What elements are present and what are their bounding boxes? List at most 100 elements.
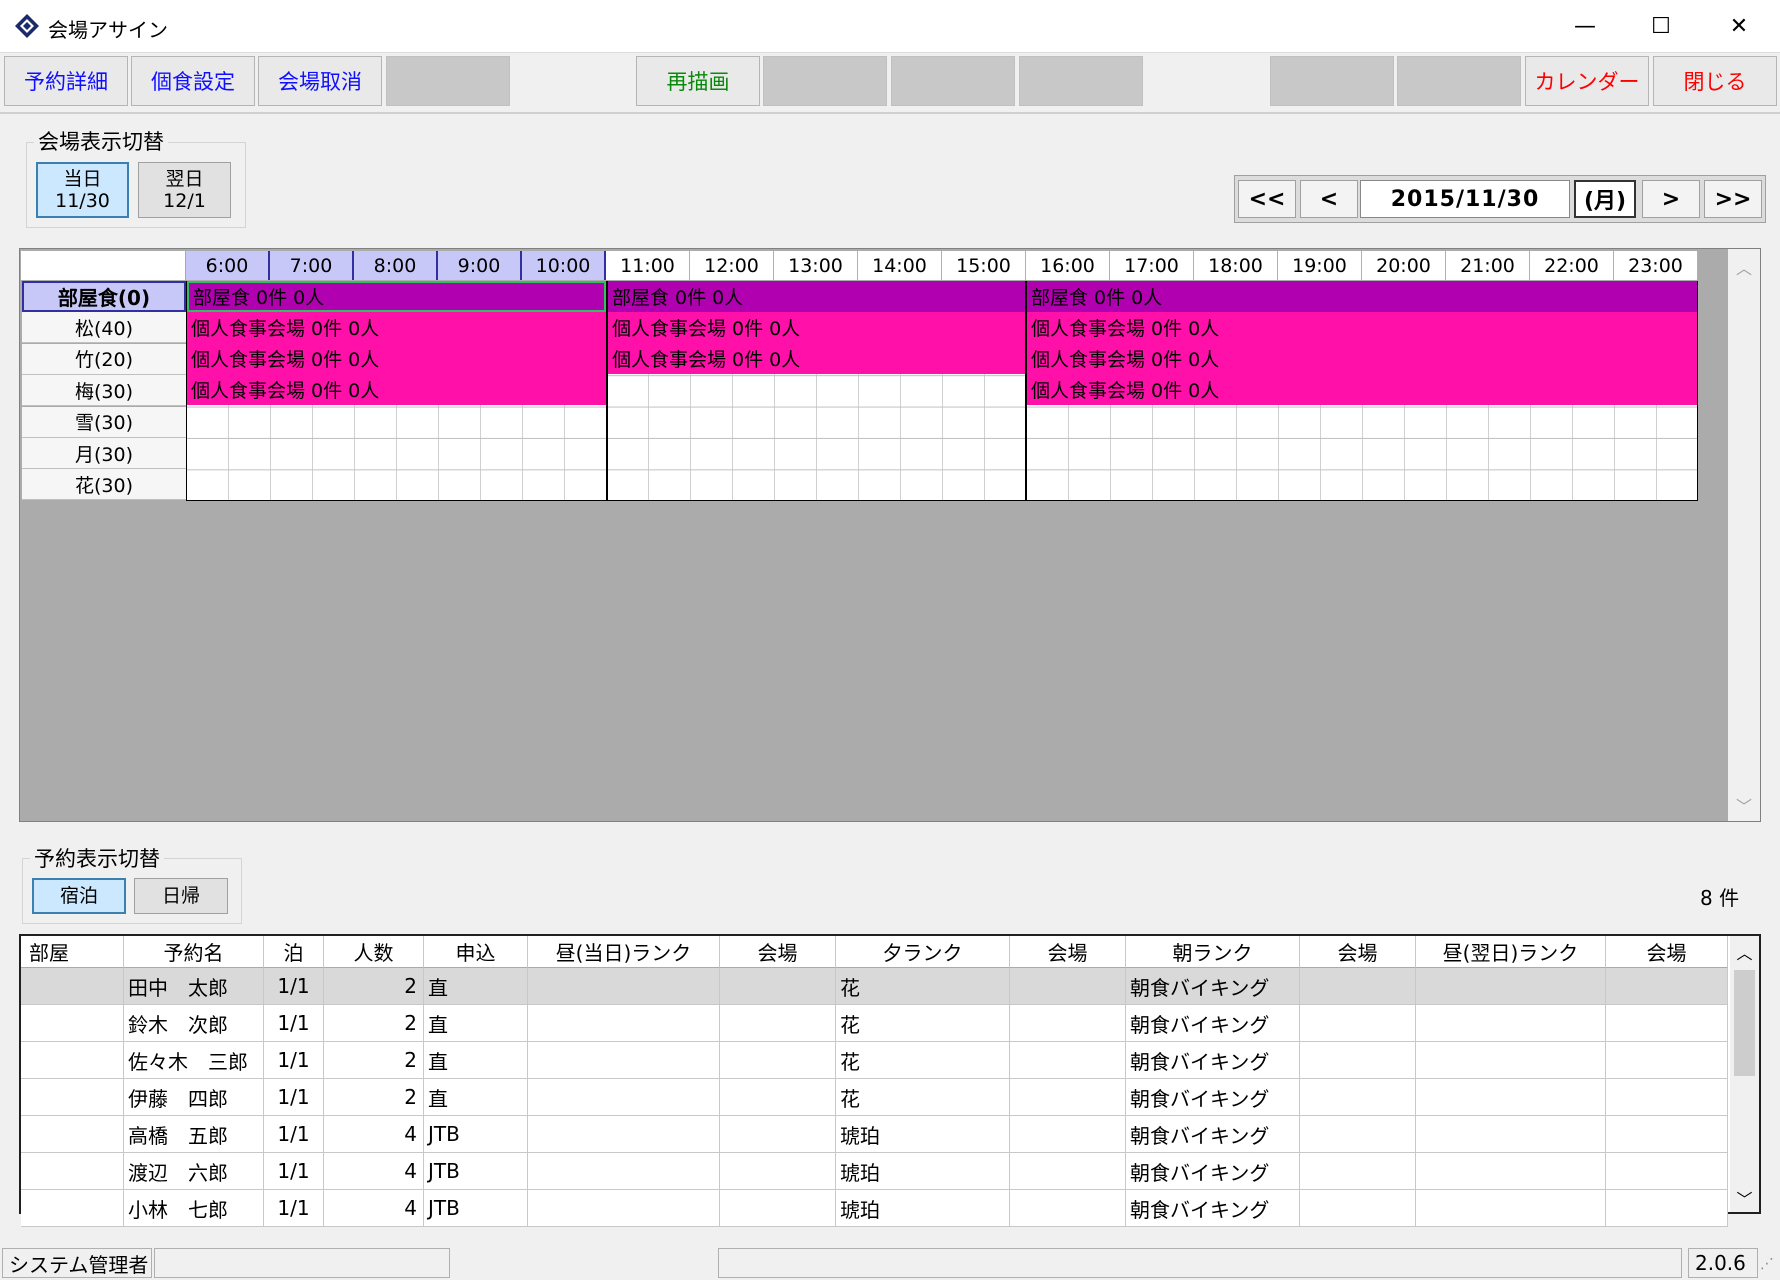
minimize-icon[interactable]: — (1546, 0, 1624, 52)
hour-header: 21:00 (1446, 251, 1530, 280)
maximize-icon[interactable]: ☐ (1622, 0, 1700, 52)
room-row-label[interactable]: 部屋食(0) (22, 281, 186, 312)
resize-grip-icon[interactable]: ⋰ (1760, 1256, 1774, 1272)
column-header-room[interactable]: 部屋 (21, 936, 124, 968)
empty-toolbar-button[interactable] (763, 56, 887, 106)
schedule-scrollbar[interactable]: ︿ ﹀ (1728, 249, 1760, 821)
table-scrollbar[interactable]: ︿ ﹀ (1730, 936, 1759, 1212)
hour-header: 23:00 (1614, 251, 1698, 280)
empty-toolbar-button[interactable] (1270, 56, 1394, 106)
scroll-down-icon[interactable]: ﹀ (1730, 1186, 1759, 1210)
table-cell-room (21, 1042, 124, 1079)
column-header-guests[interactable]: 人数 (324, 936, 424, 968)
prev-day-button[interactable]: < (1300, 180, 1358, 218)
schedule-block-private-meal[interactable]: 個人食事会場 0件 0人 (608, 343, 1025, 374)
table-cell-venue (1010, 1005, 1126, 1042)
table-cell-guests: 4 (324, 1116, 424, 1153)
schedule-block-room-meal[interactable]: 部屋食 0件 0人 (187, 281, 606, 312)
table-cell-room (21, 1116, 124, 1153)
column-header-lunch-next-rank[interactable]: 昼(翌日)ランク (1416, 936, 1606, 968)
table-cell-venue (1010, 1042, 1126, 1079)
scrollbar-thumb[interactable] (1734, 970, 1755, 1076)
reservation-detail-button[interactable]: 予約詳細 (4, 56, 128, 106)
table-cell-nights: 1/1 (264, 1079, 324, 1116)
empty-toolbar-button[interactable] (1397, 56, 1521, 106)
first-page-button[interactable]: << (1238, 180, 1296, 218)
calendar-button[interactable]: カレンダー (1525, 56, 1649, 106)
column-header-lunch-rank[interactable]: 昼(当日)ランク (528, 936, 720, 968)
empty-toolbar-button[interactable] (1019, 56, 1143, 106)
schedule-block-private-meal[interactable]: 個人食事会場 0件 0人 (1027, 312, 1697, 343)
table-cell-venue (1606, 968, 1728, 1005)
close-icon[interactable]: ✕ (1700, 0, 1778, 52)
table-cell-venue (1010, 1116, 1126, 1153)
table-cell-name: 渡辺 六郎 (124, 1153, 264, 1190)
table-cell-name: 高橋 五郎 (124, 1116, 264, 1153)
today-toggle-button[interactable]: 当日 11/30 (36, 162, 129, 218)
table-cell-venue (1300, 1005, 1416, 1042)
table-cell-source: JTB (424, 1153, 528, 1190)
daytrip-toggle-button[interactable]: 日帰 (134, 878, 228, 914)
schedule-block-private-meal[interactable]: 個人食事会場 0件 0人 (1027, 374, 1697, 405)
table-cell-source: JTB (424, 1190, 528, 1227)
scroll-up-icon[interactable]: ︿ (1728, 255, 1760, 279)
last-page-button[interactable]: >> (1704, 180, 1762, 218)
venue-toggle-label: 会場表示切替 (34, 126, 168, 156)
hour-header: 18:00 (1194, 251, 1278, 280)
table-cell-lunch-rank (528, 1116, 720, 1153)
table-cell-nights: 1/1 (264, 968, 324, 1005)
column-header-breakfast-rank[interactable]: 朝ランク (1126, 936, 1300, 968)
next-day-toggle-button[interactable]: 翌日 12/1 (138, 162, 231, 218)
scroll-up-icon[interactable]: ︿ (1730, 940, 1759, 964)
table-cell-nights: 1/1 (264, 1042, 324, 1079)
schedule-block-room-meal[interactable]: 部屋食 0件 0人 (608, 281, 1025, 312)
room-row-label[interactable]: 月(30) (22, 438, 186, 469)
table-cell-venue (1606, 1190, 1728, 1227)
next-day-button[interactable]: > (1642, 180, 1700, 218)
room-row-label[interactable]: 花(30) (22, 469, 186, 501)
column-header-nights[interactable]: 泊 (264, 936, 324, 968)
column-header-venue[interactable]: 会場 (720, 936, 836, 968)
empty-toolbar-button[interactable] (386, 56, 510, 106)
schedule-block-private-meal[interactable]: 個人食事会場 0件 0人 (608, 312, 1025, 343)
column-header-source[interactable]: 申込 (424, 936, 528, 968)
table-cell-dinner-rank: 花 (836, 1042, 1010, 1079)
table-cell-venue (720, 1005, 836, 1042)
hour-header: 11:00 (606, 251, 690, 280)
column-header-name[interactable]: 予約名 (124, 936, 264, 968)
empty-toolbar-button[interactable] (891, 56, 1015, 106)
schedule-block-private-meal[interactable]: 個人食事会場 0件 0人 (187, 374, 606, 405)
redraw-button[interactable]: 再描画 (636, 56, 760, 106)
room-row-label[interactable]: 梅(30) (22, 375, 186, 407)
column-header-venue[interactable]: 会場 (1010, 936, 1126, 968)
table-cell-source: 直 (424, 1079, 528, 1116)
scroll-down-icon[interactable]: ﹀ (1728, 793, 1760, 817)
table-cell-nights: 1/1 (264, 1190, 324, 1227)
next-day-date: 12/1 (163, 190, 206, 212)
column-header-venue[interactable]: 会場 (1606, 936, 1728, 968)
schedule-block-room-meal[interactable]: 部屋食 0件 0人 (1027, 281, 1697, 312)
date-display[interactable]: 2015/11/30 (1360, 180, 1570, 218)
room-row-label[interactable]: 竹(20) (22, 343, 186, 375)
close-button[interactable]: 閉じる (1653, 56, 1777, 106)
venue-cancel-button[interactable]: 会場取消 (258, 56, 382, 106)
table-cell-room (21, 1190, 124, 1227)
schedule-block-private-meal[interactable]: 個人食事会場 0件 0人 (187, 312, 606, 343)
stay-toggle-button[interactable]: 宿泊 (32, 878, 126, 914)
schedule-block-private-meal[interactable]: 個人食事会場 0件 0人 (187, 343, 606, 374)
room-row-label[interactable]: 松(40) (22, 312, 186, 344)
table-cell-source: 直 (424, 968, 528, 1005)
table-cell-guests: 2 (324, 1042, 424, 1079)
column-header-dinner-rank[interactable]: 夕ランク (836, 936, 1010, 968)
meal-settings-button[interactable]: 個食設定 (131, 56, 255, 106)
room-row-label[interactable]: 雪(30) (22, 406, 186, 438)
table-cell-breakfast-rank: 朝食バイキング (1126, 1116, 1300, 1153)
table-cell-name: 鈴木 次郎 (124, 1005, 264, 1042)
schedule-block-private-meal[interactable]: 個人食事会場 0件 0人 (1027, 343, 1697, 374)
table-cell-venue (1300, 1190, 1416, 1227)
column-header-venue[interactable]: 会場 (1300, 936, 1416, 968)
table-cell-lunch-next-rank (1416, 1153, 1606, 1190)
table-cell-guests: 4 (324, 1190, 424, 1227)
table-cell-venue (1606, 1153, 1728, 1190)
hour-header: 20:00 (1362, 251, 1446, 280)
